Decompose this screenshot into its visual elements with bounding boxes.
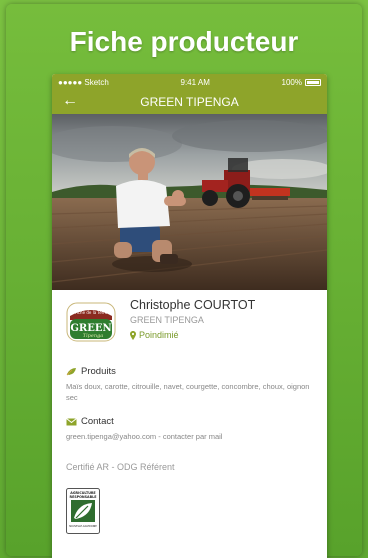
products-text: Maïs doux, carotte, citrouille, navet, c…	[66, 382, 310, 402]
arrow-left-icon[interactable]: ←	[62, 93, 78, 109]
status-bar: ●●●●● Sketch 9:41 AM 100%	[52, 74, 327, 90]
certification-text: Certifié AR - ODG Référent	[66, 462, 175, 472]
badge-line2: RESPONSABLE	[70, 495, 98, 499]
page-title: Fiche producteur	[69, 26, 299, 57]
time-label: 9:41 AM	[180, 77, 210, 87]
producer-card: Fiche de la Terre GREEN Tipenga Christop…	[52, 290, 327, 558]
phone-screen: ●●●●● Sketch 9:41 AM 100% ← GREEN TIPENG…	[52, 74, 327, 558]
location-label: Poindimié	[139, 330, 179, 340]
products-heading: Produits	[66, 366, 116, 377]
map-pin-icon	[130, 330, 136, 340]
contact-heading: Contact	[66, 416, 114, 427]
contact-email-link[interactable]: green.tipenga@yahoo.com - contacter par …	[66, 431, 316, 442]
products-title: Produits	[81, 366, 116, 377]
vegetable-icon	[66, 368, 76, 376]
producer-company: GREEN TIPENGA	[130, 315, 204, 325]
farm-photo	[52, 114, 327, 290]
nav-title: GREEN TIPENGA	[140, 95, 239, 109]
mail-icon	[66, 417, 77, 425]
logo-top-text: Fiche de la Terre	[75, 310, 108, 315]
battery-label: 100%	[281, 77, 302, 87]
battery-icon	[304, 78, 321, 86]
logo-sub-text: Tipenga	[83, 333, 104, 339]
producer-photo	[52, 114, 327, 290]
carrier-label: ●●●●● Sketch	[58, 77, 109, 87]
green-tipenga-logo: Fiche de la Terre GREEN Tipenga	[66, 302, 116, 342]
nav-bar: ← GREEN TIPENGA	[52, 90, 327, 114]
badge-line3: NOUVELLE-CALEDONIE	[69, 525, 97, 528]
producer-name: Christophe COURTOT	[130, 298, 256, 312]
agriculture-responsable-badge: AGRICULTURE RESPONSABLE NOUVELLE-CALEDON…	[66, 488, 100, 534]
contact-title: Contact	[81, 416, 114, 427]
producer-location[interactable]: Poindimié	[130, 330, 179, 340]
battery-indicator: 100%	[282, 78, 321, 87]
